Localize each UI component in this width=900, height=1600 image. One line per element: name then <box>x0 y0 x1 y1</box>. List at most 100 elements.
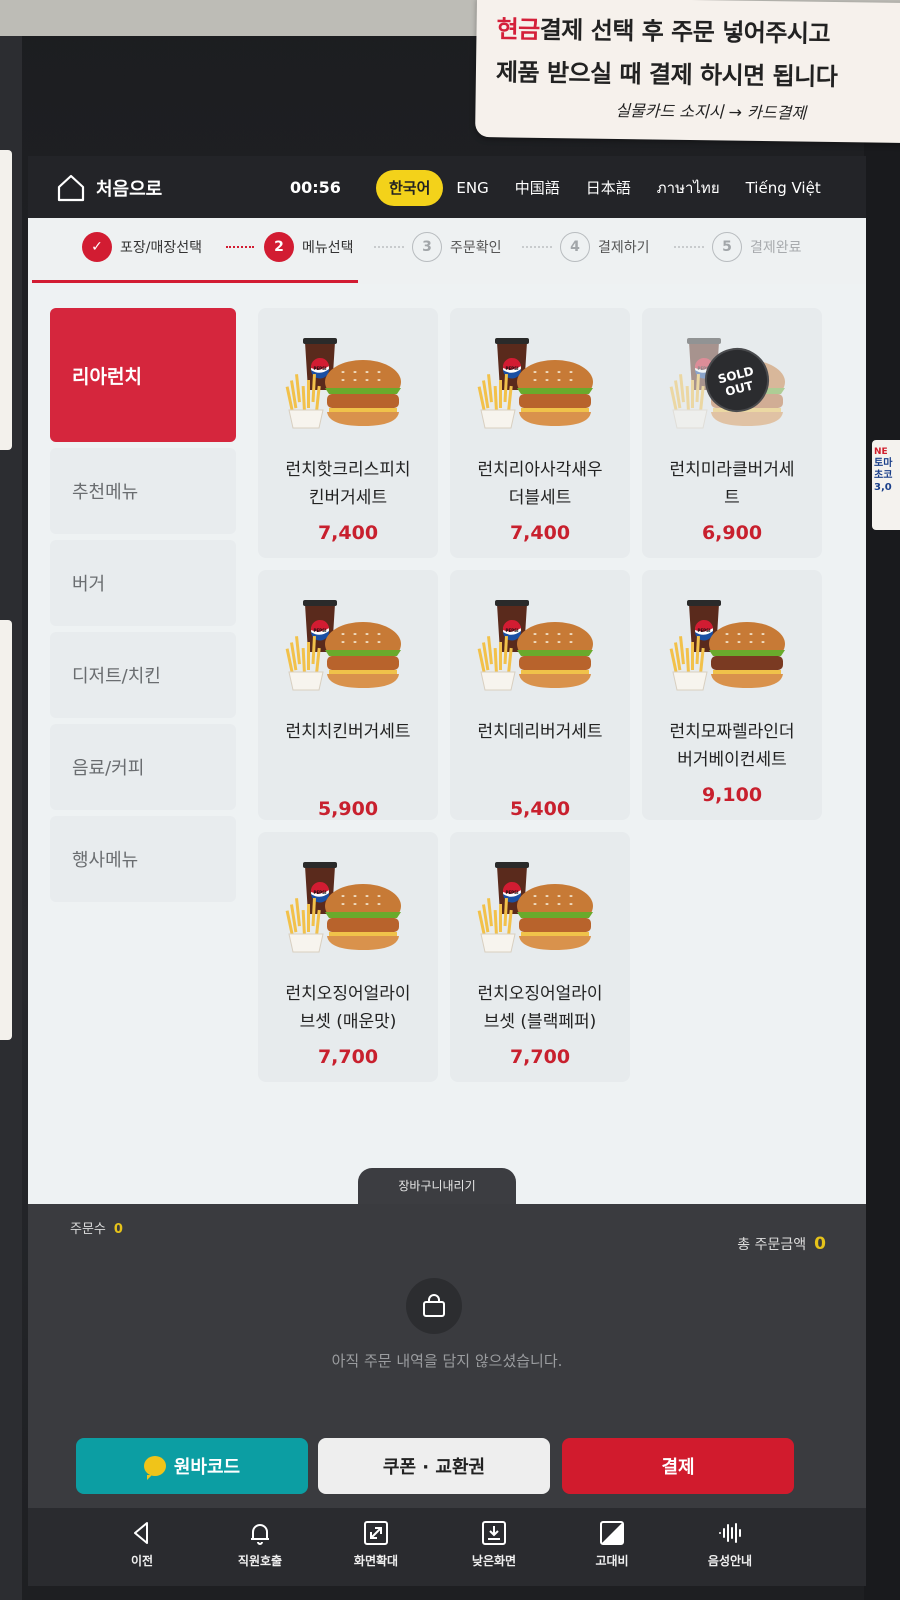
sesame-seed <box>545 903 549 905</box>
contrast-icon <box>600 1521 624 1545</box>
burger-bottom-bun <box>327 674 399 688</box>
call-staff-button[interactable]: 직원호출 <box>212 1520 308 1569</box>
lang-chinese[interactable]: 中国語 <box>502 170 573 206</box>
category-burger[interactable]: 버거 <box>50 540 236 626</box>
menu-item-squid-blackpepper[interactable]: PEPSI 런치오징어얼라이 브셋 (블랙페퍼) 7,700 <box>450 832 630 1082</box>
sesame-seed <box>761 641 765 643</box>
top-bar: 처음으로 00:56 한국어 ENG 中国語 日本語 ภาษาไทย Tiếng… <box>28 156 866 218</box>
step-number: 2 <box>264 232 294 262</box>
category-dessert-chicken[interactable]: 디저트/치킨 <box>50 632 236 718</box>
fries-box <box>288 409 324 429</box>
voice-icon <box>719 1523 741 1543</box>
cup-lid <box>495 338 529 344</box>
menu-name-line: 런치모짜렐라인더 <box>669 722 795 742</box>
menu-item-shrimp-double[interactable]: PEPSI 런치리아사각새우 더블세트 7,400 <box>450 308 630 558</box>
fries-box <box>480 671 516 691</box>
lang-japanese[interactable]: 日本語 <box>573 170 644 206</box>
lang-korean[interactable]: 한국어 <box>376 170 444 206</box>
back-button[interactable]: 이전 <box>94 1520 190 1569</box>
meal-set-image: PEPSI SOLD OUT <box>667 332 797 442</box>
cart-collapse-tab[interactable]: 장바구니내리기 <box>358 1168 516 1204</box>
category-event[interactable]: 행사메뉴 <box>50 816 236 902</box>
menu-item-hot-crispy-chicken[interactable]: PEPSI 런치핫크리스피치 킨버거세트 7,400 <box>258 308 438 558</box>
meal-set-illustration: PEPSI <box>477 862 593 953</box>
step-4: 4 결제하기 <box>560 232 650 262</box>
step-3: 3 주문확인 <box>412 232 502 262</box>
low-screen-button[interactable]: 낮은화면 <box>446 1520 542 1569</box>
category-drink-coffee[interactable]: 음료/커피 <box>50 724 236 810</box>
fries <box>477 373 513 415</box>
meal-set-image: PEPSI <box>283 332 413 442</box>
action-buttons: 원바코드 쿠폰 · 교환권 결제 <box>76 1438 804 1494</box>
left-paper-edge <box>0 150 12 450</box>
step-label: 결제완료 <box>750 240 802 256</box>
nav-label: 낮은화면 <box>471 1554 517 1568</box>
sesame-seed <box>353 641 357 643</box>
menu-item-name: 런치오징어얼라이 브셋 (블랙페퍼) <box>460 980 620 1036</box>
menu-item-name: 런치데리버거세트 <box>460 718 620 758</box>
menu-item-mozzarella-bacon[interactable]: PEPSI 런치모짜렐라인더 버거베이컨세트 9,100 <box>642 570 822 820</box>
sesame-seed <box>377 379 381 381</box>
sesame-seed <box>569 903 573 905</box>
burger-lettuce <box>517 388 593 394</box>
nav-label: 고대비 <box>595 1554 629 1568</box>
sesame-seed <box>533 641 537 643</box>
meal-set-illustration: PEPSI <box>285 862 401 953</box>
fry <box>295 898 301 927</box>
one-barcode-button[interactable]: 원바코드 <box>76 1438 308 1494</box>
meal-set-illustration: PEPSI <box>477 338 593 429</box>
order-steps: ✓ 포장/매장선택 2 메뉴선택 3 주문확인 4 결제하기 5 결제완료 <box>28 218 866 284</box>
nav-label: 직원호출 <box>237 1554 283 1568</box>
step-label: 주문확인 <box>450 240 502 256</box>
step-connector <box>674 246 704 248</box>
lang-vietnamese[interactable]: Tiếng Việt <box>733 170 834 206</box>
menu-item-chicken-burger[interactable]: PEPSI 런치치킨버거세트 5,900 <box>258 570 438 820</box>
sesame-seed <box>749 641 753 643</box>
high-contrast-button[interactable]: 고대비 <box>564 1520 660 1569</box>
sesame-seed <box>749 633 753 635</box>
menu-name-line: 런치오징어얼라이 <box>285 984 411 1004</box>
menu-item-teri-burger[interactable]: PEPSI 런치데리버거세트 5,400 <box>450 570 630 820</box>
pay-button[interactable]: 결제 <box>562 1438 794 1494</box>
sesame-seed <box>569 379 573 381</box>
fry <box>499 642 502 670</box>
menu-name-line: 런치핫크리스피치 <box>285 460 411 480</box>
cup-lid <box>687 338 721 344</box>
pepsi-text: PEPSI <box>314 628 327 633</box>
burger-bottom-bun <box>327 412 399 426</box>
coupon-voucher-button[interactable]: 쿠폰 · 교환권 <box>318 1438 550 1494</box>
sesame-seed <box>737 641 741 643</box>
burger-patty <box>327 656 399 670</box>
menu-item-price: 7,700 <box>317 1046 379 1068</box>
menu-item-miracle-burger[interactable]: PEPSI SOLD OUT 런치미라클버거세 트 6,900 <box>642 308 822 558</box>
meal-set-illustration: PEPSI <box>285 338 401 429</box>
sesame-seed <box>725 633 729 635</box>
fries-box <box>480 409 516 429</box>
home-button[interactable]: 처음으로 <box>56 174 162 202</box>
poster-text: 3,0 <box>874 482 892 493</box>
burger-sauce <box>521 408 589 412</box>
menu-item-name: 런치핫크리스피치 킨버거세트 <box>268 456 428 512</box>
voice-guide-button[interactable]: 음성안내 <box>682 1520 778 1569</box>
lang-thai[interactable]: ภาษาไทย <box>644 170 733 206</box>
sesame-seed <box>557 371 561 373</box>
cup-lid <box>303 600 337 606</box>
sesame-seed <box>365 379 369 381</box>
sesame-seed <box>353 903 357 905</box>
order-total: 총 주문금액 0 <box>737 1234 826 1254</box>
burger-bottom-bun <box>711 412 783 426</box>
category-recommended[interactable]: 추천메뉴 <box>50 448 236 534</box>
menu-item-squid-spicy[interactable]: PEPSI 런치오징어얼라이 브셋 (매운맛) 7,700 <box>258 832 438 1082</box>
fry <box>307 380 310 408</box>
accessibility-bar: 이전 직원호출 화면확대 낮은화면 고대비 음성안내 <box>28 1508 866 1586</box>
home-icon <box>57 174 85 202</box>
lang-english[interactable]: ENG <box>443 170 501 206</box>
sesame-seed <box>365 641 369 643</box>
fry <box>679 374 685 403</box>
menu-item-name: 런치오징어얼라이 브셋 (매운맛) <box>268 980 428 1036</box>
step-5: 5 결제완료 <box>712 232 802 262</box>
fries <box>285 373 321 415</box>
category-lia-lunch[interactable]: 리아런치 <box>50 308 236 442</box>
zoom-screen-button[interactable]: 화면확대 <box>328 1520 424 1569</box>
menu-item-price: 9,100 <box>701 784 763 806</box>
